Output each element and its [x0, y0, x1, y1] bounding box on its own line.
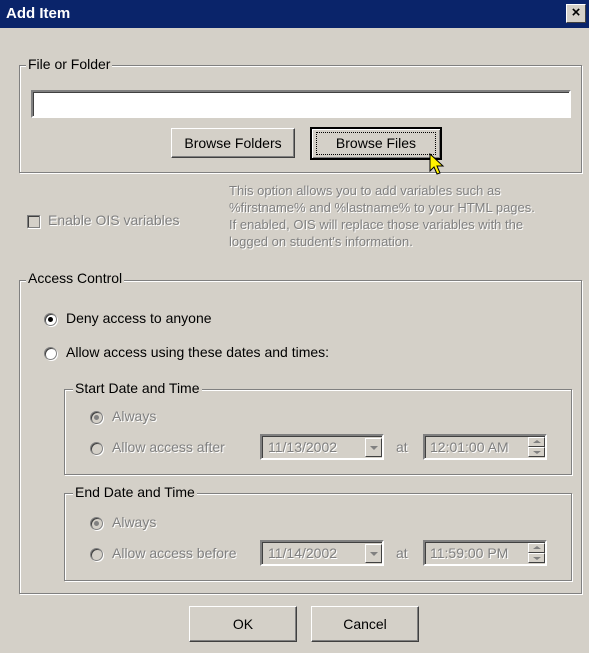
ois-description: This option allows you to add variables …: [229, 182, 579, 250]
start-always-label: Always: [112, 408, 157, 424]
chevron-down-icon[interactable]: [365, 438, 382, 457]
end-date-dropdown[interactable]: 11/14/2002: [260, 540, 384, 566]
start-time-spinner[interactable]: [528, 437, 545, 458]
start-at-label: at: [396, 439, 408, 455]
file-or-folder-group: [19, 65, 582, 173]
end-before-label: Allow access before: [112, 545, 237, 561]
spin-up-icon[interactable]: [528, 543, 545, 553]
browse-files-button[interactable]: Browse Files: [310, 127, 442, 160]
start-time-field[interactable]: 12:01:00 AM: [423, 434, 547, 460]
file-or-folder-legend: File or Folder: [26, 56, 113, 72]
start-after-radio[interactable]: [90, 442, 103, 455]
cancel-button[interactable]: Cancel: [311, 606, 419, 642]
allow-access-radio[interactable]: [44, 347, 57, 360]
end-always-label: Always: [112, 514, 157, 530]
start-after-label: Allow access after: [112, 439, 225, 455]
enable-ois-label: Enable OIS variables: [48, 212, 180, 228]
spin-down-icon[interactable]: [528, 447, 545, 457]
browse-folders-button[interactable]: Browse Folders: [171, 128, 295, 158]
end-date-legend: End Date and Time: [73, 484, 197, 500]
deny-access-label: Deny access to anyone: [66, 310, 212, 326]
window-title: Add Item: [6, 5, 71, 22]
start-always-radio[interactable]: [90, 411, 103, 424]
spin-up-icon[interactable]: [528, 437, 545, 447]
end-always-radio[interactable]: [90, 517, 103, 530]
end-date-group: [64, 493, 572, 581]
close-button[interactable]: ×: [566, 4, 586, 23]
access-control-legend: Access Control: [26, 270, 125, 286]
deny-access-radio[interactable]: [44, 313, 57, 326]
ok-button[interactable]: OK: [189, 606, 297, 642]
allow-access-label: Allow access using these dates and times…: [66, 344, 330, 360]
ois-description-line: %firstname% and %lastname% to your HTML …: [229, 200, 535, 215]
close-icon: ×: [571, 4, 581, 21]
path-input[interactable]: [31, 90, 571, 118]
enable-ois-checkbox[interactable]: [27, 215, 40, 228]
end-time-field[interactable]: 11:59:00 PM: [423, 540, 547, 566]
ois-description-line: This option allows you to add variables …: [229, 183, 501, 198]
focus-rect: [316, 132, 436, 155]
start-date-dropdown[interactable]: 11/13/2002: [260, 434, 384, 460]
end-time-spinner[interactable]: [528, 543, 545, 564]
ois-description-line: If enabled, OIS will replace those varia…: [229, 217, 524, 232]
mouse-cursor-icon: [429, 153, 445, 175]
start-date-group: [64, 389, 572, 475]
ois-description-line: logged on student's information.: [229, 234, 413, 249]
start-date-legend: Start Date and Time: [73, 380, 202, 396]
end-at-label: at: [396, 545, 408, 561]
end-before-radio[interactable]: [90, 548, 103, 561]
chevron-down-icon[interactable]: [365, 544, 382, 563]
title-bar: [0, 0, 589, 28]
spin-down-icon[interactable]: [528, 553, 545, 563]
